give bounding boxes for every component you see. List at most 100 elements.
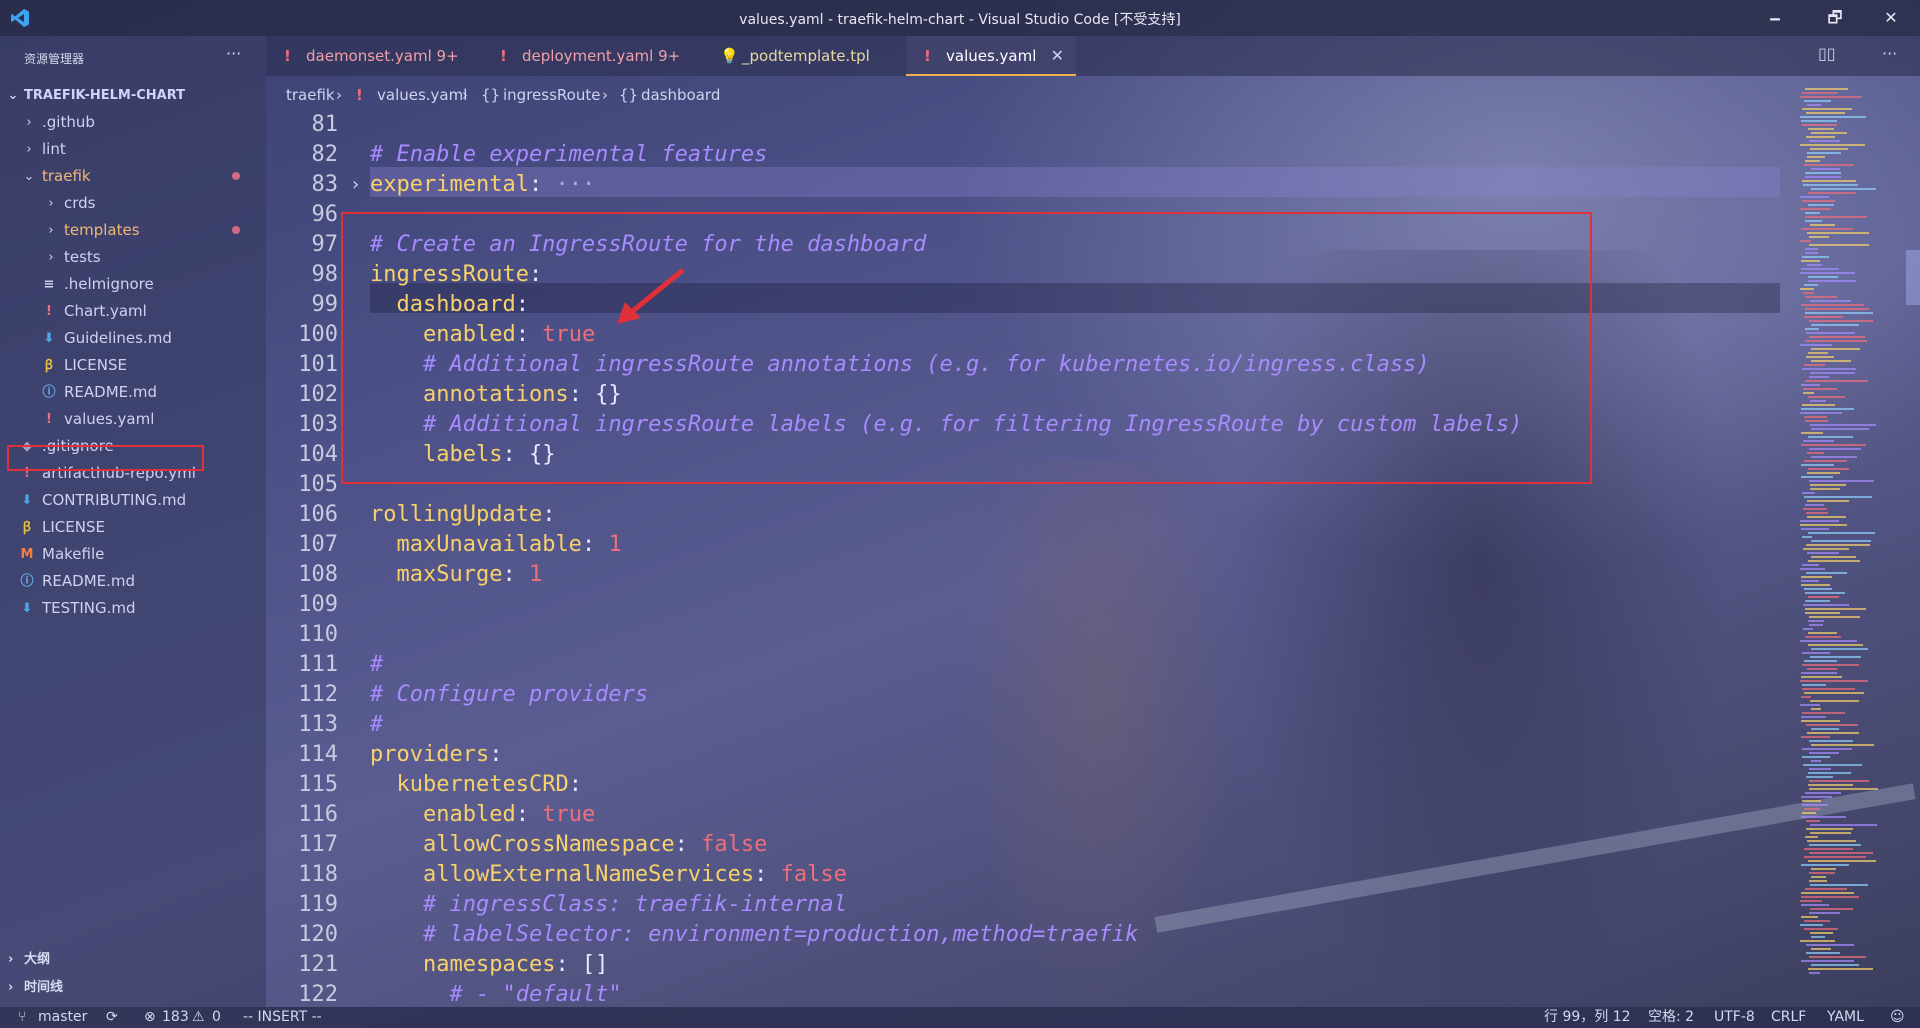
minimize-button[interactable]: 🗕 xyxy=(1752,4,1798,32)
file-item[interactable]: ≡ .helmignore xyxy=(0,271,266,298)
file-type-icon: ꞵ xyxy=(22,520,32,535)
minimap-line xyxy=(1810,300,1851,302)
split-editor-icon[interactable]: ▯▯ xyxy=(1818,44,1836,63)
branch-name[interactable]: master xyxy=(38,1007,87,1028)
minimap-line xyxy=(1806,828,1853,830)
minimap-line xyxy=(1800,924,1823,926)
code-line: 116 enabled: true xyxy=(266,800,1796,830)
minimap-line xyxy=(1804,164,1854,166)
selected-file-highlight xyxy=(7,445,204,471)
breadcrumb-item-values[interactable]: values.yaml xyxy=(377,76,467,114)
file-item[interactable]: M Makefile xyxy=(0,541,266,568)
minimap-line xyxy=(1807,264,1822,266)
chevron-down-icon: ⌄ xyxy=(23,169,35,184)
line-number: 108 xyxy=(298,562,338,587)
cursor-position[interactable]: 行 99，列 12 xyxy=(1544,1007,1631,1028)
tab-daemonsetyaml[interactable]: ! daemonset.yaml 9+ xyxy=(266,36,476,76)
file-item[interactable]: ꞵ LICENSE xyxy=(0,352,266,379)
minimap-line xyxy=(1809,768,1831,770)
minimap-line xyxy=(1811,876,1826,878)
tab-valuesyaml[interactable]: ! values.yaml ✕ xyxy=(906,36,1076,76)
file-item[interactable]: ⬇ CONTRIBUTING.md xyxy=(0,487,266,514)
minimap-line xyxy=(1803,388,1837,390)
minimap-line xyxy=(1801,384,1820,386)
file-item[interactable]: ⬇ Guidelines.md xyxy=(0,325,266,352)
object-icon: {} xyxy=(481,86,501,104)
line-number: 112 xyxy=(298,682,338,707)
line-number: 100 xyxy=(298,322,338,347)
more-actions-icon[interactable]: ··· xyxy=(1882,44,1897,63)
breadcrumb-item-traefik[interactable]: traefik xyxy=(286,76,335,114)
line-number: 122 xyxy=(298,982,338,1007)
outline-section[interactable]: › 大纲 xyxy=(0,947,266,973)
indentation[interactable]: 空格: 2 xyxy=(1648,1007,1694,1028)
file-item[interactable]: ⓘ README.md xyxy=(0,379,266,406)
warning-count[interactable]: 0 xyxy=(212,1007,221,1028)
timeline-section[interactable]: › 时间线 xyxy=(0,975,266,1001)
file-item[interactable]: ⬇ TESTING.md xyxy=(0,595,266,622)
minimap-line xyxy=(1807,516,1846,518)
minimap-line xyxy=(1802,748,1852,750)
tab-podtemplatetpl[interactable]: 💡 _podtemplate.tpl xyxy=(702,36,902,76)
tree-root[interactable]: ⌄ TRAEFIK-HELM-CHART xyxy=(0,82,266,109)
minimap-line xyxy=(1804,364,1825,366)
minimap-line xyxy=(1807,840,1856,842)
code-line: 81 xyxy=(266,114,1796,140)
tree-item-label: .helmignore xyxy=(64,275,154,293)
minimap-line xyxy=(1801,584,1830,586)
minimap-line xyxy=(1800,640,1857,642)
breadcrumb-item-ingressroute[interactable]: ingressRoute xyxy=(503,76,600,114)
file-item[interactable]: ꞵ LICENSE xyxy=(0,514,266,541)
tree-item-label: .github xyxy=(42,113,95,131)
minimap-line xyxy=(1800,196,1829,198)
folder-item[interactable]: › .github xyxy=(0,109,266,136)
scrollbar-thumb[interactable] xyxy=(1906,250,1920,305)
folder-item[interactable]: › tests xyxy=(0,244,266,271)
minimap-line xyxy=(1800,940,1835,942)
code-text: providers: xyxy=(370,742,503,767)
minimap-line xyxy=(1800,208,1831,210)
fold-chevron-icon[interactable]: › xyxy=(350,170,361,200)
explorer-more-icon[interactable]: ··· xyxy=(226,44,241,63)
minimap-line xyxy=(1801,696,1811,698)
file-type-icon: ≡ xyxy=(43,277,55,292)
tree-item-label: README.md xyxy=(42,572,136,590)
minimap-line xyxy=(1806,944,1854,946)
close-window-button[interactable]: ✕ xyxy=(1868,4,1914,32)
minimap[interactable] xyxy=(1796,76,1906,1007)
minimap-line xyxy=(1800,272,1855,274)
code-text: # ingressClass: traefik-internal xyxy=(422,892,847,917)
code-text: enabled: true xyxy=(422,802,596,827)
file-item[interactable]: ! values.yaml xyxy=(0,406,266,433)
restore-button[interactable]: 🗗 xyxy=(1812,4,1858,32)
breadcrumb-item-dashboard[interactable]: dashboard xyxy=(641,76,720,114)
code-line: 108 maxSurge: 1 xyxy=(266,560,1796,590)
file-item[interactable]: ⓘ README.md xyxy=(0,568,266,595)
feedback-icon[interactable]: ☺ xyxy=(1890,1007,1905,1028)
folder-item[interactable]: › lint xyxy=(0,136,266,163)
minimap-line xyxy=(1807,152,1841,154)
editor-tabs: ▯▯ ··· ! daemonset.yaml 9+! deployment.yam… xyxy=(266,36,1920,76)
code-text: rollingUpdate: xyxy=(370,502,556,527)
minimap-line xyxy=(1811,728,1839,730)
minimap-line xyxy=(1804,316,1843,318)
close-tab-icon[interactable]: ✕ xyxy=(1051,36,1064,76)
file-item[interactable]: ! Chart.yaml xyxy=(0,298,266,325)
folder-item[interactable]: ⌄ traefik xyxy=(0,163,266,190)
tab-deploymentyaml[interactable]: ! deployment.yaml 9+ xyxy=(482,36,696,76)
encoding[interactable]: UTF-8 xyxy=(1714,1007,1755,1028)
end-of-line[interactable]: CRLF xyxy=(1771,1007,1806,1028)
code-line: 117 allowCrossNamespace: false xyxy=(266,830,1796,860)
folder-item[interactable]: › templates xyxy=(0,217,266,244)
minimap-line xyxy=(1801,120,1837,122)
code-line: 107 maxUnavailable: 1 xyxy=(266,530,1796,560)
file-type-icon: ⓘ xyxy=(42,385,56,400)
sync-icon[interactable]: ⟳ xyxy=(106,1007,118,1028)
error-count[interactable]: 183 xyxy=(162,1007,189,1028)
language-mode[interactable]: YAML xyxy=(1827,1007,1864,1028)
title-bar: values.yaml - traefik-helm-chart - Visua… xyxy=(0,0,1920,36)
minimap-line xyxy=(1806,776,1833,778)
minimap-line xyxy=(1810,656,1861,658)
minimap-line xyxy=(1805,340,1867,342)
folder-item[interactable]: › crds xyxy=(0,190,266,217)
